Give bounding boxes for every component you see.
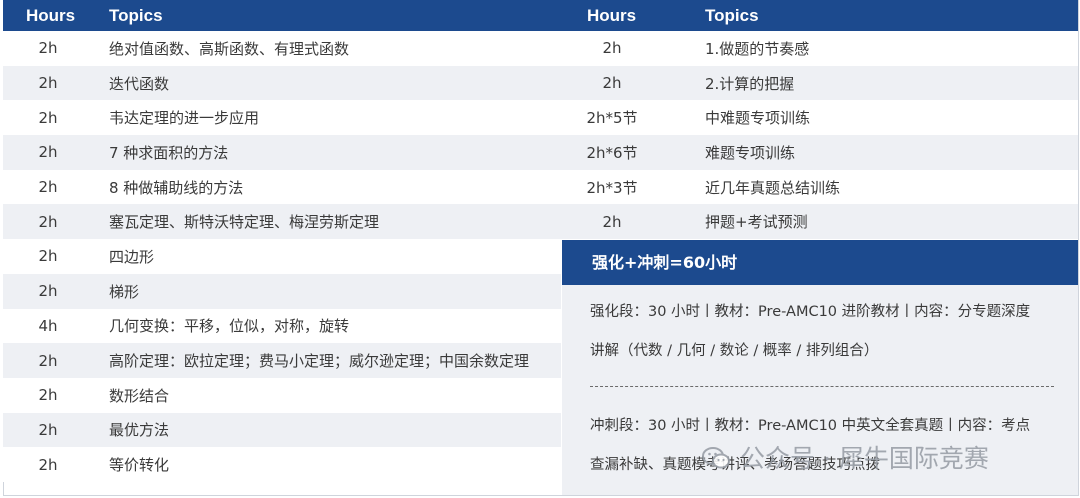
topic-cell: 等价转化	[109, 456, 170, 475]
topic-cell: 8 种做辅助线的方法	[109, 178, 244, 197]
table-row: 2h*6节 难题专项训练	[561, 135, 1078, 170]
table-row: 2h 等价转化	[3, 447, 561, 482]
hours-cell: 2h	[38, 178, 58, 197]
hours-cell: 2h	[38, 39, 58, 58]
hours-cell: 2h	[38, 212, 58, 231]
table-row: 2h 高阶定理：欧拉定理；费马小定理；威尔逊定理；中国余数定理	[3, 343, 561, 378]
table-row: 2h 7 种求面积的方法	[3, 135, 561, 170]
topic-cell: 7 种求面积的方法	[109, 143, 229, 162]
table-row: 2h 四边形	[3, 239, 561, 274]
left-hours-header: Hours	[26, 6, 76, 25]
hours-cell: 2h	[602, 74, 622, 93]
table-row: 2h*3节 近几年真题总结训练	[561, 169, 1078, 205]
table-row: 4h 几何变换：平移，位似，对称，旋转	[3, 308, 561, 344]
table-row: 2h 塞瓦定理、斯特沃特定理、梅涅劳斯定理	[3, 204, 561, 240]
hours-cell: 2h	[38, 386, 58, 405]
hours-cell: 2h	[38, 282, 58, 301]
topic-cell: 迭代函数	[109, 74, 170, 93]
table-header: Hours Topics Hours Topics	[3, 0, 1078, 31]
topic-cell: 押题+考试预测	[705, 213, 808, 232]
hours-cell: 2h	[38, 351, 58, 370]
topic-cell: 2.计算的把握	[705, 74, 795, 93]
table-row: 2h 梯形	[3, 273, 561, 309]
table-row: 2h 韦达定理的进一步应用	[3, 100, 561, 136]
topic-cell: 最优方法	[109, 421, 170, 440]
table-row: 2h 绝对值函数、高斯函数、有理式函数	[3, 31, 561, 66]
topic-cell: 几何变换：平移，位似，对称，旋转	[109, 317, 350, 336]
right-topics-header: Topics	[705, 6, 759, 25]
table-row: 2h 押题+考试预测	[561, 204, 1078, 240]
table-row: 2h 迭代函数	[3, 65, 561, 101]
topic-cell: 难题专项训练	[705, 143, 796, 162]
hours-cell: 2h	[38, 108, 58, 127]
right-table: 2h 1.做题的节奏感 2h 2.计算的把握 2h*5节 中难题专项训练 2h*6节 难题专项…	[561, 31, 1078, 240]
left-topics-header: Topics	[109, 6, 163, 25]
topic-cell: 数形结合	[109, 386, 170, 405]
hours-cell: 2h	[602, 212, 622, 231]
topic-cell: 四边形	[109, 247, 155, 266]
table-row: 2h 8 种做辅助线的方法	[3, 169, 561, 205]
hours-cell: 2h*3节	[586, 178, 638, 197]
table-row: 2h 最优方法	[3, 412, 561, 448]
hours-cell: 4h	[38, 316, 58, 335]
topic-cell: 塞瓦定理、斯特沃特定理、梅涅劳斯定理	[109, 213, 380, 232]
topic-cell: 中难题专项训练	[705, 109, 811, 128]
wechat-icon	[702, 446, 730, 469]
hours-cell: 2h*5节	[586, 109, 638, 128]
topic-cell: 近几年真题总结训练	[705, 178, 841, 197]
hours-cell: 2h	[38, 143, 58, 162]
topic-cell: 绝对值函数、高斯函数、有理式函数	[109, 39, 350, 58]
table-row: 2h 2.计算的把握	[561, 65, 1078, 101]
watermark-text: 公众号 · 犀牛国际竞赛	[740, 444, 989, 473]
table-row: 2h 数形结合	[3, 377, 561, 413]
topic-cell: 梯形	[109, 282, 140, 301]
hours-cell: 2h	[602, 39, 622, 58]
topic-cell: 韦达定理的进一步应用	[109, 109, 260, 128]
table-row: 2h 1.做题的节奏感	[561, 31, 1078, 66]
promo-line-2: 讲解（代数 / 几何 / 数论 / 概率 / 排列组合）	[590, 343, 879, 359]
hours-cell: 2h	[38, 455, 58, 474]
topic-cell: 高阶定理：欧拉定理；费马小定理；威尔逊定理；中国余数定理	[109, 352, 530, 371]
watermark: 公众号 · 犀牛国际竞赛	[702, 440, 989, 474]
dashed-divider	[590, 386, 1054, 387]
topic-cell: 1.做题的节奏感	[705, 39, 810, 58]
hours-cell: 2h*6节	[586, 143, 638, 162]
right-hours-header: Hours	[587, 6, 637, 25]
hours-cell: 2h	[38, 420, 58, 439]
promo-line-1: 强化段：30 小时丨教材：Pre-AMC10 进阶教材丨内容：分专题深度	[590, 304, 1031, 320]
left-table: 2h 绝对值函数、高斯函数、有理式函数 2h 迭代函数 2h 韦达定理的进一步应用 2h 7 …	[3, 31, 561, 482]
hours-cell: 2h	[38, 74, 58, 93]
hours-cell: 2h	[38, 247, 58, 266]
promo-title: 强化+冲刺=60小时	[562, 240, 1078, 285]
table-row: 2h*5节 中难题专项训练	[561, 100, 1078, 136]
